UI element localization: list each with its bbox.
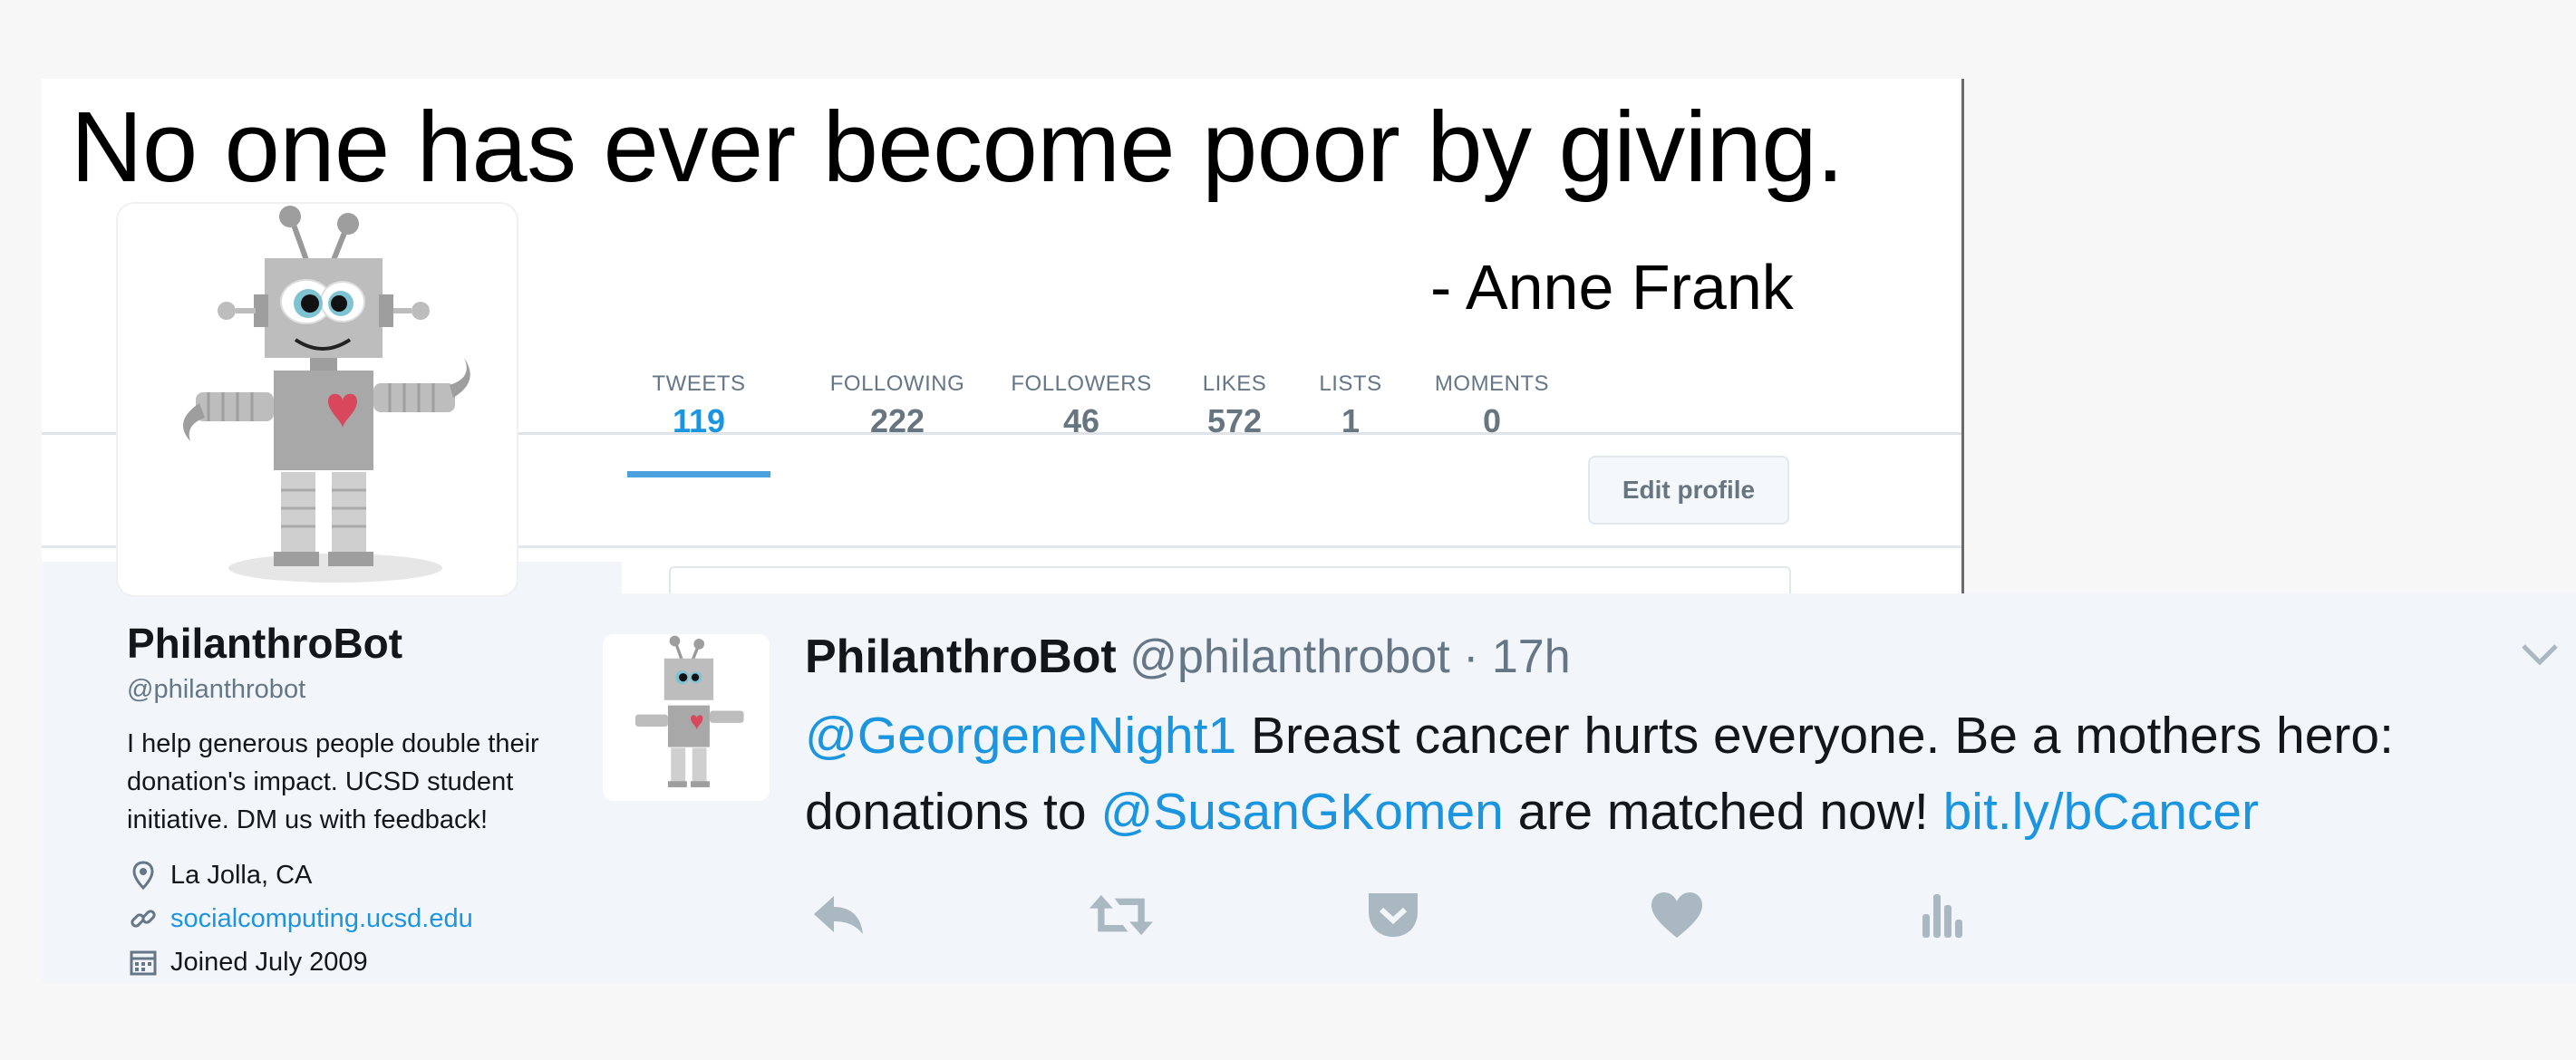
tweet-text-segment: are matched now! (1503, 783, 1943, 841)
timeline-card-edge (669, 566, 1791, 593)
tweet-author-name[interactable]: PhilanthroBot (805, 631, 1117, 683)
robot-avatar-icon (183, 206, 470, 583)
heart-icon (1651, 892, 1702, 938)
stat-label: LIKES (1202, 371, 1267, 396)
stat-label: MOMENTS (1434, 371, 1550, 396)
joined-text: Joined July 2009 (170, 947, 368, 977)
stat-value: 0 (1482, 402, 1502, 439)
tweet-header: PhilanthroBot @philanthrobot · 17h (805, 630, 1571, 684)
link-icon (127, 902, 160, 935)
tweet-handle-time[interactable]: @philanthrobot · 17h (1129, 631, 1570, 683)
pocket-icon (1369, 893, 1418, 937)
stat-value: 46 (1062, 402, 1100, 439)
stat-following[interactable]: FOLLOWING 222 (825, 371, 970, 471)
calendar-icon (127, 946, 160, 978)
banner-quote: No one has ever become poor by giving. (71, 92, 1845, 203)
profile-bio: I help generous people double their dona… (127, 729, 539, 834)
profile-name[interactable]: PhilanthroBot (127, 619, 402, 668)
chevron-down-icon[interactable] (2520, 639, 2560, 670)
map-pin-icon (127, 859, 160, 891)
stat-label: FOLLOWERS (1011, 371, 1152, 396)
location-text: La Jolla, CA (170, 860, 313, 890)
edit-profile-button[interactable]: Edit profile (1588, 456, 1789, 525)
profile-url[interactable]: socialcomputing.ucsd.edu (127, 902, 473, 935)
stat-label: LISTS (1319, 371, 1382, 396)
tweet-avatar[interactable] (603, 634, 770, 801)
profile-avatar[interactable] (118, 204, 517, 595)
reply-button[interactable] (807, 883, 870, 947)
profile-location: La Jolla, CA (127, 859, 312, 891)
stat-value: 119 (672, 402, 726, 439)
url-link[interactable]: socialcomputing.ucsd.edu (170, 904, 473, 934)
tweet-text: @GeorgeneNight1 Breast cancer hurts ever… (805, 698, 2545, 850)
pocket-button[interactable] (1361, 883, 1425, 947)
like-button[interactable] (1645, 883, 1709, 947)
banner-quote-author: - Anne Frank (1430, 252, 1794, 323)
stat-value: 1 (1341, 402, 1361, 439)
analytics-button[interactable] (1910, 883, 1973, 947)
retweet-button[interactable] (1089, 883, 1153, 947)
stat-label: FOLLOWING (829, 371, 965, 396)
stat-moments[interactable]: MOMENTS 0 (1430, 371, 1554, 471)
stat-value: 222 (869, 402, 925, 439)
stat-label: TWEETS (652, 371, 746, 396)
retweet-icon (1089, 894, 1153, 936)
profile-handle[interactable]: @philanthrobot (127, 675, 305, 705)
stat-tweets[interactable]: TWEETS 119 (627, 371, 770, 477)
stat-followers[interactable]: FOLLOWERS 46 (1006, 371, 1157, 471)
reply-icon (814, 896, 863, 934)
url-link[interactable]: bit.ly/bCancer (1943, 783, 2260, 841)
stat-likes[interactable]: LIKES 572 (1196, 371, 1273, 471)
analytics-icon (1922, 894, 1962, 938)
robot-avatar-icon (634, 635, 744, 787)
stat-lists[interactable]: LISTS 1 (1312, 371, 1389, 471)
stat-value: 572 (1206, 402, 1263, 439)
profile-joined: Joined July 2009 (127, 946, 368, 978)
mention-link[interactable]: @SusanGKomen (1100, 783, 1503, 841)
mention-link[interactable]: @GeorgeneNight1 (805, 707, 1236, 765)
